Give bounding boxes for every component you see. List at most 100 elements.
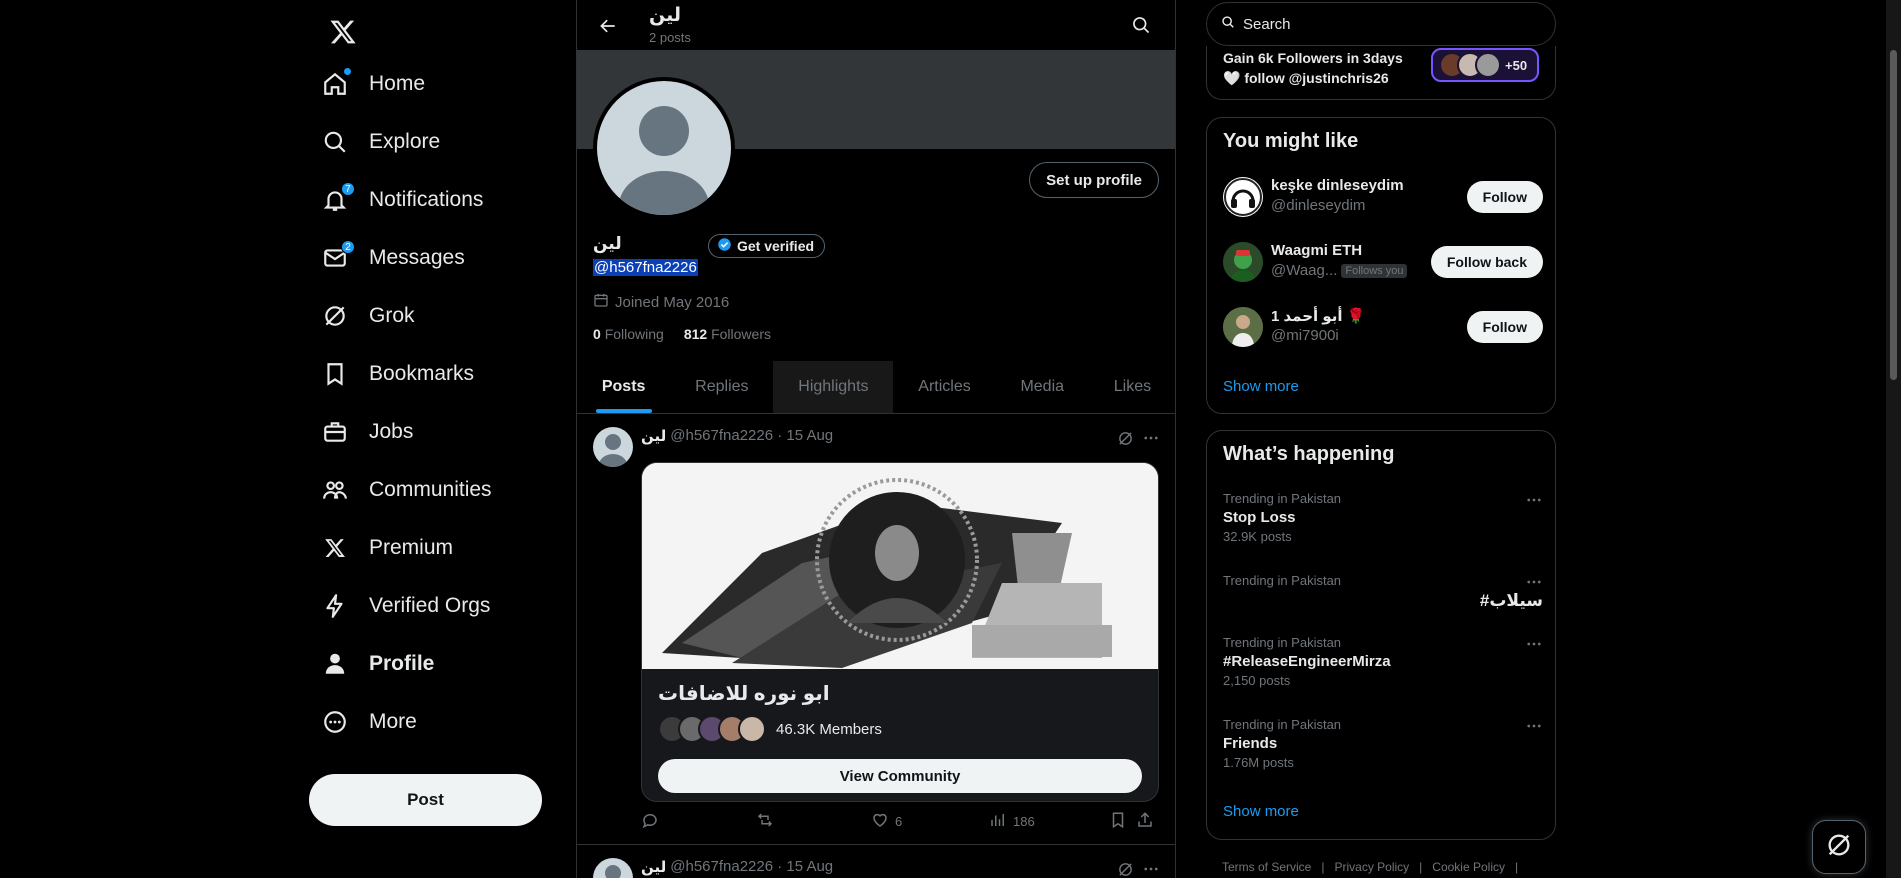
cookie-link[interactable]: Cookie Policy — [1432, 860, 1505, 874]
envelope-icon: 2 — [321, 240, 355, 272]
repost-icon — [756, 811, 774, 832]
tweet-avatar[interactable] — [593, 427, 633, 467]
trend-count: 2,150 posts — [1223, 673, 1291, 688]
grok-icon[interactable] — [1114, 858, 1136, 878]
tab-likes[interactable]: Likes — [1089, 361, 1175, 413]
nav-jobs[interactable]: Jobs — [309, 406, 425, 458]
followers-label: Followers — [711, 326, 771, 342]
nav-bookmarks[interactable]: Bookmarks — [309, 348, 486, 400]
trend-title: Stop Loss — [1223, 509, 1296, 526]
tweet[interactable]: لين @h567fna2226 · 15 Aug — [577, 846, 1175, 878]
nav-more[interactable]: More — [309, 696, 429, 748]
nav-explore[interactable]: Explore — [309, 116, 452, 168]
tweet-meta[interactable]: @h567fna2226 · 15 Aug — [670, 858, 833, 876]
tweet[interactable]: لين @h567fna2226 · 15 Aug — [577, 415, 1175, 845]
follow-button[interactable]: Follow — [1466, 311, 1543, 343]
nav-notifications[interactable]: 7 Notifications — [309, 174, 495, 226]
like-button[interactable]: 6 — [871, 811, 902, 832]
people-icon — [321, 476, 349, 504]
footer-separator: | — [1419, 860, 1423, 874]
privacy-link[interactable]: Privacy Policy — [1334, 860, 1409, 874]
trend-count: 32.9K posts — [1223, 529, 1292, 544]
follow-back-button[interactable]: Follow back — [1430, 246, 1543, 278]
follow-button[interactable]: Follow — [1466, 181, 1543, 213]
suggested-user[interactable]: keşke dinleseydim @dinleseydim Follow — [1223, 171, 1543, 223]
reply-button[interactable] — [641, 811, 659, 832]
user-avatar — [1223, 177, 1263, 217]
promo-avatars-pill[interactable]: +50 — [1431, 48, 1539, 82]
post-button[interactable]: Post — [309, 774, 542, 826]
nav-communities[interactable]: Communities — [309, 464, 504, 516]
more-dots-icon[interactable] — [1140, 427, 1162, 449]
tweet-avatar[interactable] — [593, 858, 633, 878]
tab-articles[interactable]: Articles — [893, 361, 995, 413]
promo-banner[interactable]: Gain 6k Followers in 3days 🤍 follow @jus… — [1206, 46, 1556, 100]
user-handle: @Waag... Follows you — [1271, 262, 1408, 279]
more-dots-icon[interactable] — [1140, 858, 1162, 878]
nav-home[interactable]: Home — [309, 58, 437, 110]
trend-item[interactable]: Trending in Pakistan #سیلاب — [1223, 573, 1543, 611]
more-dots-icon[interactable] — [1525, 573, 1543, 596]
community-members: 46.3K Members — [658, 715, 882, 743]
back-arrow-icon[interactable] — [591, 9, 625, 43]
trend-count: 1.76M posts — [1223, 755, 1294, 770]
bookmark-button[interactable] — [1109, 811, 1127, 832]
nav-grok[interactable]: Grok — [309, 290, 427, 342]
profile-column: لين 2 posts Set up profile لين Get verif… — [576, 0, 1176, 878]
lightning-icon — [321, 592, 349, 620]
tweet-author-name[interactable]: لين — [641, 427, 666, 445]
search-box[interactable] — [1206, 2, 1556, 46]
share-button[interactable] — [1136, 811, 1154, 832]
more-dots-icon[interactable] — [1525, 491, 1543, 514]
trend-context: Trending in Pakistan — [1223, 635, 1342, 650]
tab-highlights[interactable]: Highlights — [773, 361, 894, 413]
who-to-follow-panel: You might like keşke dinleseydim @dinles… — [1206, 117, 1556, 414]
tab-posts[interactable]: Posts — [577, 361, 670, 413]
scrollbar-thumb[interactable] — [1890, 50, 1897, 380]
tab-media[interactable]: Media — [996, 361, 1089, 413]
suggested-user[interactable]: Waagmi ETH @Waag... Follows you Follow b… — [1223, 236, 1543, 288]
profile-avatar[interactable] — [593, 77, 735, 219]
followers-link[interactable]: 812 Followers — [684, 326, 771, 342]
trend-item[interactable]: Trending in Pakistan #ReleaseEngineerMir… — [1223, 635, 1543, 688]
grok-icon[interactable] — [1114, 427, 1136, 449]
following-label: Following — [604, 326, 664, 342]
tab-replies[interactable]: Replies — [670, 361, 773, 413]
view-community-button[interactable]: View Community — [658, 759, 1142, 793]
community-card[interactable]: ابو نوره للاضافات 46.3K Members View Com… — [641, 462, 1159, 802]
trend-item[interactable]: Trending in Pakistan Stop Loss 32.9K pos… — [1223, 491, 1543, 544]
x-logo-icon[interactable] — [319, 8, 367, 56]
search-input[interactable] — [1243, 15, 1523, 33]
calendar-icon — [593, 292, 609, 312]
get-verified-button[interactable]: Get verified — [708, 234, 826, 258]
nav-messages[interactable]: 2 Messages — [309, 232, 477, 284]
bell-icon: 7 — [321, 182, 355, 214]
search-icon[interactable] — [1126, 10, 1156, 40]
views-button[interactable]: 186 — [989, 811, 1035, 832]
more-dots-icon[interactable] — [1525, 717, 1543, 740]
tab-label: Articles — [918, 378, 971, 395]
nav-verified-orgs[interactable]: Verified Orgs — [309, 580, 502, 632]
repost-button[interactable] — [756, 811, 774, 832]
tweet-author-name[interactable]: لين — [641, 858, 666, 876]
tweet-header: لين @h567fna2226 · 15 Aug — [641, 427, 833, 445]
suggested-user[interactable]: أبو أحمد 1 🌹 @mi7900i Follow — [1223, 301, 1543, 353]
tweet-meta[interactable]: @h567fna2226 · 15 Aug — [670, 427, 833, 445]
following-link[interactable]: 0 Following — [593, 326, 664, 342]
trend-item[interactable]: Trending in Pakistan Friends 1.76M posts — [1223, 717, 1543, 770]
more-dots-icon[interactable] — [1525, 635, 1543, 658]
heart-icon — [871, 811, 889, 832]
grok-floating-button[interactable] — [1812, 820, 1866, 874]
page-scrollbar[interactable] — [1886, 0, 1901, 878]
following-count: 0 — [593, 326, 601, 342]
app-root: Home Explore 7 Notifications 2 Messages — [0, 0, 1901, 878]
get-verified-label: Get verified — [737, 238, 815, 254]
terms-link[interactable]: Terms of Service — [1222, 860, 1311, 874]
set-up-profile-button[interactable]: Set up profile — [1029, 162, 1159, 198]
nav-profile[interactable]: Profile — [309, 638, 446, 690]
show-more-link[interactable]: Show more — [1223, 378, 1299, 395]
nav-label: Grok — [369, 304, 415, 327]
bookmark-icon — [1109, 811, 1127, 832]
show-more-link[interactable]: Show more — [1223, 803, 1299, 820]
nav-premium[interactable]: Premium — [309, 522, 465, 574]
